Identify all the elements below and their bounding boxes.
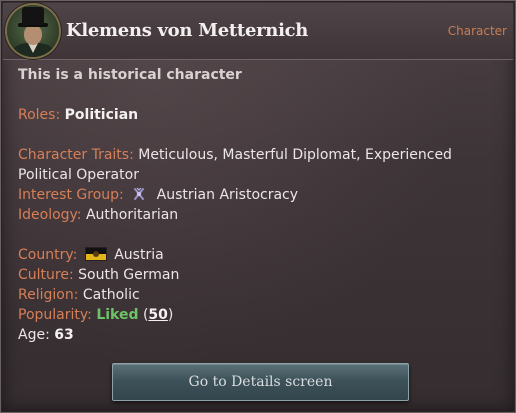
popularity-value[interactable]: 50 xyxy=(148,307,167,323)
portrait-hat xyxy=(22,7,44,25)
ideology-value[interactable]: Authoritarian xyxy=(86,207,178,223)
ideology-row: Ideology: Authoritarian xyxy=(18,205,508,225)
tooltip-body: This is a historical character Roles: Po… xyxy=(18,61,508,345)
popularity-label: Popularity: xyxy=(18,307,92,323)
historical-note: This is a historical character xyxy=(18,67,242,83)
religion-value[interactable]: Catholic xyxy=(83,287,140,303)
character-name: Klemens von Metternich xyxy=(66,20,309,41)
religion-label: Religion: xyxy=(18,287,79,303)
age-value: 63 xyxy=(54,327,74,343)
go-to-details-button[interactable]: Go to Details screen xyxy=(112,363,409,401)
interest-group-row: Interest Group: Austrian Aristocracy xyxy=(18,185,508,205)
ideology-label: Ideology: xyxy=(18,207,82,223)
interest-group-label: Interest Group: xyxy=(18,187,124,203)
age-row: Age: 63 xyxy=(18,325,508,345)
popularity-row: Popularity: Liked (50) xyxy=(18,305,508,325)
traits-label: Character Traits: xyxy=(18,147,134,163)
country-value[interactable]: Austria xyxy=(114,247,163,263)
country-label: Country: xyxy=(18,247,78,263)
popularity-status: Liked xyxy=(96,307,139,323)
culture-label: Culture: xyxy=(18,267,74,283)
culture-value[interactable]: South German xyxy=(78,267,179,283)
country-row: Country: Austria xyxy=(18,245,508,265)
character-tooltip: Klemens von Metternich Character This is… xyxy=(0,0,516,413)
traits-row: Character Traits: Meticulous, Masterful … xyxy=(18,145,508,185)
portrait-face xyxy=(24,25,42,45)
age-label: Age: xyxy=(18,327,50,343)
roles-value[interactable]: Politician xyxy=(65,107,138,123)
tooltip-header: Klemens von Metternich Character xyxy=(3,3,513,60)
character-portrait[interactable] xyxy=(7,5,59,57)
popularity-close-paren: ) xyxy=(167,307,174,323)
interest-group-value[interactable]: Austrian Aristocracy xyxy=(157,187,298,203)
roles-row: Roles: Politician xyxy=(18,105,508,125)
tooltip-kind-label: Character xyxy=(447,24,507,38)
roles-label: Roles: xyxy=(18,107,61,123)
aristocracy-icon xyxy=(132,187,146,201)
austria-flag-icon xyxy=(85,248,106,260)
religion-row: Religion: Catholic xyxy=(18,285,508,305)
culture-row: Culture: South German xyxy=(18,265,508,285)
